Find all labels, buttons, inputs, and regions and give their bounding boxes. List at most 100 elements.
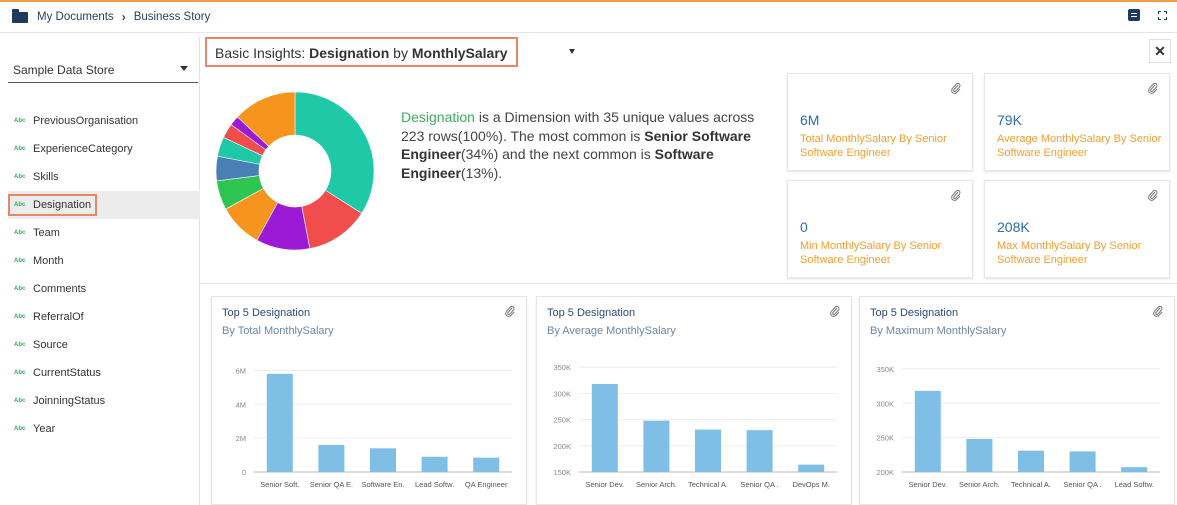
chart-card-average[interactable]: Top 5 Designation By Average MonthlySala… <box>536 296 852 505</box>
bar[interactable] <box>370 448 396 472</box>
sidebar-field-comments[interactable]: Abc Comments <box>8 275 200 303</box>
bar[interactable] <box>1069 451 1096 472</box>
chart-subtitle: By Maximum MonthlySalary <box>870 325 1007 337</box>
string-type-icon: Abc <box>14 314 26 320</box>
string-type-icon: Abc <box>14 118 26 124</box>
sidebar-field-referralof[interactable]: Abc ReferralOf <box>8 303 200 331</box>
y-tick-label: 350K <box>553 363 571 372</box>
bar[interactable] <box>643 420 670 472</box>
folder-icon <box>12 8 28 23</box>
sidebar-field-label: ExperienceCategory <box>33 143 133 155</box>
chart-subtitle: By Total MonthlySalary <box>222 325 334 337</box>
sidebar-field-team[interactable]: Abc Team <box>8 219 200 247</box>
sidebar-field-label: Year <box>33 423 56 435</box>
breadcrumb: My Documents › Business Story <box>12 8 211 24</box>
string-type-icon: Abc <box>14 426 26 432</box>
fullscreen-icon[interactable] <box>1158 11 1167 20</box>
kpi-card-average[interactable]: 79K Average MonthlySalary By Senior Soft… <box>984 73 1170 171</box>
donut-slice[interactable] <box>294 91 375 214</box>
bar[interactable] <box>473 457 500 472</box>
string-type-icon: Abc <box>14 370 26 376</box>
y-tick-label: 4M <box>236 400 246 409</box>
sidebar-field-source[interactable]: Abc Source <box>8 331 200 359</box>
y-tick-label: 0 <box>242 468 246 477</box>
sidebar-field-designation[interactable]: Abc Designation <box>8 191 200 219</box>
sidebar-field-joinningstatus[interactable]: Abc JoinningStatus <box>8 387 200 415</box>
chart-title: Top 5 Designation <box>222 307 311 319</box>
attach-icon[interactable] <box>950 189 962 201</box>
insight-prefix: Basic Insights: <box>215 45 306 61</box>
sidebar-field-label: PreviousOrganisation <box>33 115 139 127</box>
x-tick-label: Lead Softw. <box>1115 480 1154 489</box>
sidebar-field-experiencecategory[interactable]: Abc ExperienceCategory <box>8 135 200 163</box>
chart-card-total[interactable]: Top 5 Designation By Total MonthlySalary… <box>211 296 527 505</box>
x-tick-label: Senior QA . <box>740 480 778 489</box>
insight-by: by <box>393 45 408 61</box>
bar-chart-maximum: 200K 250K 300K 350K Senior Dev. Senior Arch. T… <box>876 365 1160 489</box>
kpi-value: 6M <box>800 112 820 128</box>
close-button[interactable]: ✕ <box>1149 39 1171 63</box>
sidebar-field-skills[interactable]: Abc Skills <box>8 163 200 191</box>
kpi-card-max[interactable]: 208K Max MonthlySalary By Senior Softwar… <box>984 180 1170 278</box>
measure-dropdown-icon[interactable] <box>569 49 575 54</box>
y-tick-label: 250K <box>876 434 894 443</box>
bar[interactable] <box>1018 450 1044 472</box>
sidebar-field-year[interactable]: Abc Year <box>8 415 200 443</box>
kpi-card-min[interactable]: 0 Min MonthlySalary By Senior Software E… <box>787 180 973 278</box>
field-list: Abc PreviousOrganisation Abc ExperienceCate… <box>8 107 200 443</box>
bar[interactable] <box>1121 467 1148 472</box>
bar[interactable] <box>318 444 345 472</box>
kpi-card-total[interactable]: 6M Total MonthlySalary By Senior Softwar… <box>787 73 973 171</box>
bar[interactable] <box>421 456 448 472</box>
chevron-down-icon <box>180 66 188 71</box>
x-tick-label: Senior QA . <box>1063 480 1101 489</box>
sidebar-field-label: Comments <box>33 283 87 295</box>
attach-icon[interactable] <box>1147 189 1159 201</box>
x-tick-label: Software En. <box>362 480 405 489</box>
x-tick-label: Senior QA E. <box>310 480 353 489</box>
bar[interactable] <box>591 384 618 472</box>
chart-card-maximum[interactable]: Top 5 Designation By Maximum MonthlySala… <box>859 296 1175 505</box>
insight-title[interactable]: Basic Insights: Designation by MonthlySa… <box>205 37 518 67</box>
string-type-icon: Abc <box>14 202 26 208</box>
comment-icon[interactable] <box>1128 9 1140 21</box>
section-divider <box>201 283 1177 284</box>
kpi-value: 0 <box>800 219 808 235</box>
bar[interactable] <box>914 390 941 472</box>
bar[interactable] <box>266 373 293 472</box>
string-type-icon: Abc <box>14 230 26 236</box>
x-tick-label: Technical A. <box>1011 480 1051 489</box>
summary-text-2: (34%) and the next common is <box>460 146 655 162</box>
summary-dimension: Designation <box>401 109 475 125</box>
chevron-right-icon: › <box>121 10 126 24</box>
bar[interactable] <box>798 464 825 472</box>
attach-icon[interactable] <box>950 82 962 94</box>
y-tick-label: 150K <box>553 468 571 477</box>
sidebar-field-month[interactable]: Abc Month <box>8 247 200 275</box>
x-tick-label: Senior Dev. <box>908 480 947 489</box>
breadcrumb-current[interactable]: Business Story <box>134 11 211 23</box>
bar[interactable] <box>746 430 773 472</box>
breadcrumb-root[interactable]: My Documents <box>37 11 114 23</box>
attach-icon[interactable] <box>829 305 841 317</box>
sidebar-field-label: Month <box>33 255 64 267</box>
sidebar-field-label: CurrentStatus <box>33 367 101 379</box>
x-tick-label: DevOps M. <box>792 480 830 489</box>
x-tick-label: Senior Dev. <box>585 480 624 489</box>
bar-chart-average: 150K 200K 250K 300K 350K Senior Dev. Senior Ar… <box>553 363 837 489</box>
x-tick-label: Senior Soft. <box>260 480 299 489</box>
attach-icon[interactable] <box>1147 82 1159 94</box>
attach-icon[interactable] <box>504 305 516 317</box>
sidebar-field-currentstatus[interactable]: Abc CurrentStatus <box>8 359 200 387</box>
y-tick-label: 250K <box>553 416 571 425</box>
string-type-icon: Abc <box>14 342 26 348</box>
insight-measure: MonthlySalary <box>411 45 508 61</box>
bar[interactable] <box>966 439 993 472</box>
bar[interactable] <box>695 429 721 472</box>
string-type-icon: Abc <box>14 398 26 404</box>
sidebar-field-previousorganisation[interactable]: Abc PreviousOrganisation <box>8 107 200 135</box>
datastore-select[interactable]: Sample Data Store <box>8 53 198 83</box>
sidebar-field-label: Skills <box>33 171 59 183</box>
y-tick-label: 2M <box>236 434 246 443</box>
attach-icon[interactable] <box>1152 305 1164 317</box>
